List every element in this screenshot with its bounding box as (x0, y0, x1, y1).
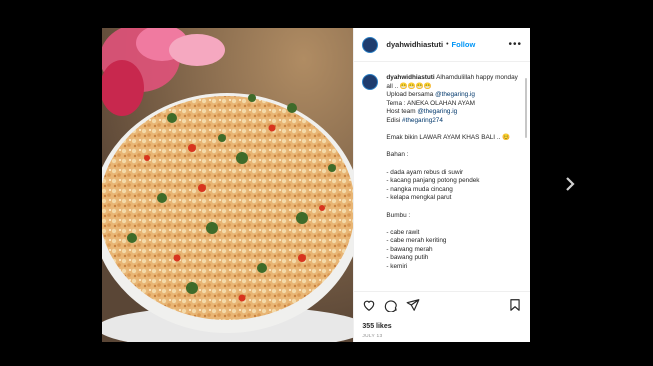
hashtag-link[interactable]: #thegaring274 (402, 117, 443, 124)
heart-icon[interactable] (362, 298, 376, 312)
mention-link-2[interactable]: @thegaring.ig (417, 108, 457, 115)
post-photo[interactable] (102, 28, 354, 342)
comment-icon[interactable] (384, 298, 398, 312)
more-options-icon[interactable]: ••• (508, 39, 522, 50)
caption-text: dyahwidhiastuti Alhamdulillah happy mond… (386, 74, 518, 292)
username[interactable]: dyahwidhiastuti (386, 40, 443, 49)
caption-emak: Emak bikin LAWAR AYAM KHAS BALI .. (386, 134, 503, 142)
bumbu-item: - cabe rawit (386, 228, 420, 236)
next-arrow-icon[interactable] (564, 176, 576, 192)
post-header: dyahwidhiastuti • Follow ••• (354, 28, 530, 62)
action-bar (354, 291, 530, 320)
caption-scrollbar[interactable] (525, 78, 527, 138)
food-image (102, 28, 354, 342)
bumbu-item: - bawang merah (386, 245, 433, 253)
caption-upload: Upload bersama (386, 91, 436, 99)
bahan-title: Bahan : (386, 151, 409, 159)
bahan-item: - dada ayam rebus di suwir (386, 168, 464, 176)
post-modal: dyahwidhiastuti • Follow ••• dyahwidhias… (102, 28, 530, 342)
caption-edisi: Edisi (386, 116, 403, 124)
caption-emojis: 😁😁😁😁 (399, 82, 432, 90)
caption-tema: Tema : ANEKA OLAHAN AYAM (386, 99, 475, 107)
post-date[interactable]: JULY 13 (362, 334, 382, 339)
bumbu-item: - bawang putih (386, 254, 429, 262)
share-icon[interactable] (406, 298, 420, 312)
caption-username[interactable]: dyahwidhiastuti (386, 74, 434, 81)
bookmark-icon[interactable] (508, 298, 522, 312)
caption-host: Host team (386, 108, 418, 116)
comments-panel: dyahwidhiastuti • Follow ••• dyahwidhias… (353, 28, 530, 342)
caption-avatar[interactable] (362, 74, 379, 90)
bahan-item: - nangka muda cincang (386, 185, 453, 193)
separator-dot: • (446, 41, 449, 48)
avatar[interactable] (362, 36, 379, 53)
likes-count[interactable]: 355 likes (362, 323, 391, 330)
follow-button[interactable]: Follow (452, 40, 476, 49)
bahan-item: - kacang panjang potong pendek (386, 177, 480, 185)
caption-emoji: 😊 (502, 134, 511, 142)
bahan-item: - kelapa mengkal parut (386, 194, 452, 202)
bumbu-title: Bumbu : (386, 211, 411, 219)
bumbu-item: - cabe merah keriting (386, 237, 447, 245)
caption-area: dyahwidhiastuti Alhamdulillah happy mond… (362, 74, 518, 292)
bumbu-item: - kemiri (386, 263, 408, 271)
mention-link[interactable]: @thegaring.ig (435, 91, 475, 98)
